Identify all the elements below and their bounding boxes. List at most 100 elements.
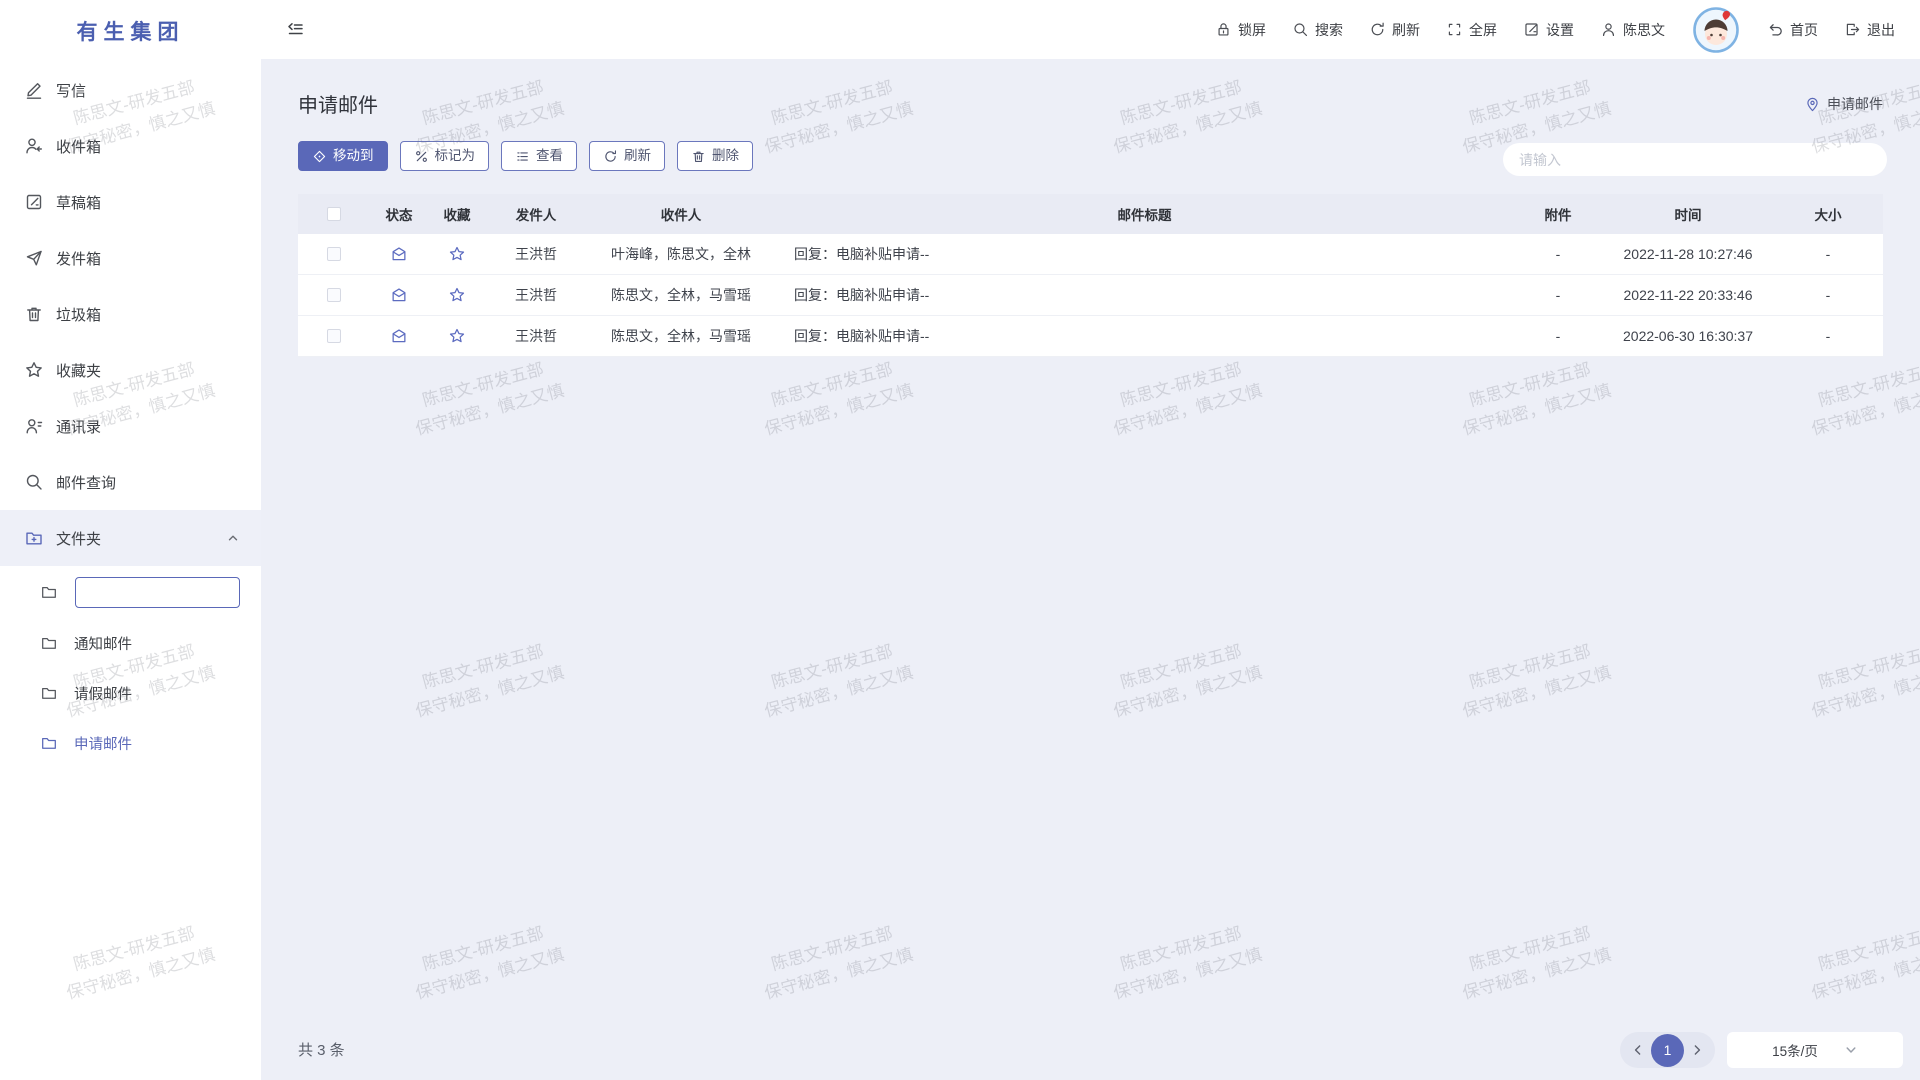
chevron-up-icon[interactable]	[225, 530, 241, 546]
sidebar-item-mail-search[interactable]: 邮件查询	[0, 454, 261, 510]
logout-label: 退出	[1867, 20, 1895, 40]
table-row[interactable]: 王洪哲 叶海峰，陈思文，全林 回复：电脑补贴申请-- - 2022-11-28 …	[298, 234, 1883, 275]
mail-open-icon	[390, 327, 408, 345]
sidebar-item-drafts[interactable]: 草稿箱	[0, 174, 261, 230]
sidebar: 有生集团 写信 收件箱 草稿箱 发件箱 垃圾箱 收藏夹 通讯录	[0, 0, 261, 1080]
folder-label: 申请邮件	[74, 733, 132, 754]
cell-size: -	[1773, 328, 1883, 344]
prev-page-button[interactable]	[1629, 1041, 1647, 1059]
delete-button[interactable]: 删除	[677, 141, 753, 171]
sidebar-item-inbox[interactable]: 收件箱	[0, 118, 261, 174]
col-subject: 邮件标题	[776, 204, 1513, 224]
page-number[interactable]: 1	[1651, 1034, 1684, 1067]
total-count: 共 3 条	[298, 1039, 345, 1060]
search-icon	[1292, 21, 1309, 38]
next-page-button[interactable]	[1688, 1041, 1706, 1059]
logout-icon	[1844, 21, 1861, 38]
sidebar-item-folders[interactable]: 文件夹	[0, 510, 261, 566]
fullscreen-button[interactable]: 全屏	[1446, 20, 1497, 40]
refresh-list-button[interactable]: 刷新	[589, 141, 665, 171]
star-icon	[24, 360, 44, 380]
page-size-value: 15条/页	[1772, 1040, 1818, 1060]
sidebar-item-label: 邮件查询	[56, 472, 116, 493]
page-controls: 1	[1620, 1032, 1715, 1068]
breadcrumb[interactable]: 申请邮件	[1804, 94, 1883, 114]
star-icon[interactable]	[448, 286, 466, 304]
sidebar-item-compose[interactable]: 写信	[0, 62, 261, 118]
cell-recipients: 陈思文，全林，马雪瑶	[586, 285, 776, 305]
col-attachment: 附件	[1513, 204, 1603, 224]
select-all-checkbox[interactable]	[327, 207, 341, 221]
table-search-input[interactable]	[1503, 143, 1887, 176]
move-to-button[interactable]: 移动到	[298, 141, 388, 171]
cell-attachment: -	[1513, 246, 1603, 262]
sidebar-folder-application[interactable]: 申请邮件	[0, 718, 261, 768]
mail-open-icon	[390, 245, 408, 263]
avatar[interactable]	[1693, 7, 1739, 53]
refresh-icon	[603, 149, 618, 164]
sidebar-folder-notice[interactable]: 通知邮件	[0, 618, 261, 668]
toolbar: 移动到 标记为 查看 刷新 删除	[298, 141, 753, 171]
cell-time: 2022-06-30 16:30:37	[1603, 328, 1773, 344]
brand-logo: 有生集团	[0, 0, 261, 62]
trash-icon	[24, 304, 44, 324]
col-sender: 发件人	[486, 204, 586, 224]
star-icon[interactable]	[448, 327, 466, 345]
table-row[interactable]: 王洪哲 陈思文，全林，马雪瑶 回复：电脑补贴申请-- - 2022-06-30 …	[298, 316, 1883, 357]
menu-fold-icon[interactable]	[285, 20, 305, 40]
table-row[interactable]: 王洪哲 陈思文，全林，马雪瑶 回复：电脑补贴申请-- - 2022-11-22 …	[298, 275, 1883, 316]
cell-subject[interactable]: 回复：电脑补贴申请--	[776, 326, 1513, 346]
mark-icon	[414, 149, 429, 164]
sent-icon	[24, 248, 44, 268]
cell-time: 2022-11-22 20:33:46	[1603, 287, 1773, 303]
col-status: 状态	[370, 204, 428, 224]
sidebar-item-favorites[interactable]: 收藏夹	[0, 342, 261, 398]
star-icon[interactable]	[448, 245, 466, 263]
fullscreen-icon	[1446, 21, 1463, 38]
home-button[interactable]: 首页	[1767, 20, 1818, 40]
sidebar-item-label: 写信	[56, 80, 86, 101]
draft-icon	[24, 192, 44, 212]
sidebar-item-contacts[interactable]: 通讯录	[0, 398, 261, 454]
cell-sender: 王洪哲	[486, 244, 586, 264]
sidebar-item-label: 文件夹	[56, 528, 101, 549]
lock-screen-button[interactable]: 锁屏	[1215, 20, 1266, 40]
new-folder-input[interactable]	[75, 577, 240, 608]
view-button[interactable]: 查看	[501, 141, 577, 171]
mark-as-button[interactable]: 标记为	[400, 141, 490, 171]
delete-label: 删除	[712, 149, 739, 163]
row-checkbox[interactable]	[327, 288, 341, 302]
mail-table: 状态 收藏 发件人 收件人 邮件标题 附件 时间 大小 王洪哲 叶海峰，陈思文，…	[298, 194, 1883, 357]
row-checkbox[interactable]	[327, 247, 341, 261]
row-checkbox[interactable]	[327, 329, 341, 343]
contacts-icon	[24, 416, 44, 436]
cell-size: -	[1773, 287, 1883, 303]
current-user[interactable]: 陈思文	[1600, 20, 1665, 40]
sidebar-item-sent[interactable]: 发件箱	[0, 230, 261, 286]
settings-label: 设置	[1546, 20, 1574, 40]
global-search-button[interactable]: 搜索	[1292, 20, 1343, 40]
refresh-button[interactable]: 刷新	[1369, 20, 1420, 40]
page-title: 申请邮件	[298, 89, 378, 118]
settings-button[interactable]: 设置	[1523, 20, 1574, 40]
cell-attachment: -	[1513, 287, 1603, 303]
cell-subject[interactable]: 回复：电脑补贴申请--	[776, 244, 1513, 264]
chevron-down-icon	[1844, 1043, 1858, 1057]
folder-icon	[40, 634, 58, 652]
sidebar-item-label: 收件箱	[56, 136, 101, 157]
move-icon	[312, 149, 327, 164]
col-size: 大小	[1773, 204, 1883, 224]
sidebar-folder-leave[interactable]: 请假邮件	[0, 668, 261, 718]
sidebar-item-label: 收藏夹	[56, 360, 101, 381]
search-label: 搜索	[1315, 20, 1343, 40]
cell-subject[interactable]: 回复：电脑补贴申请--	[776, 285, 1513, 305]
logout-button[interactable]: 退出	[1844, 20, 1895, 40]
sidebar-item-trash[interactable]: 垃圾箱	[0, 286, 261, 342]
cell-time: 2022-11-28 10:27:46	[1603, 246, 1773, 262]
cell-attachment: -	[1513, 328, 1603, 344]
sidebar-item-label: 草稿箱	[56, 192, 101, 213]
page-size-select[interactable]: 15条/页	[1727, 1032, 1903, 1068]
folder-icon	[40, 734, 58, 752]
topbar-actions: 锁屏 搜索 刷新 全屏 设置 陈思文	[1215, 7, 1895, 53]
refresh-list-label: 刷新	[624, 149, 651, 163]
